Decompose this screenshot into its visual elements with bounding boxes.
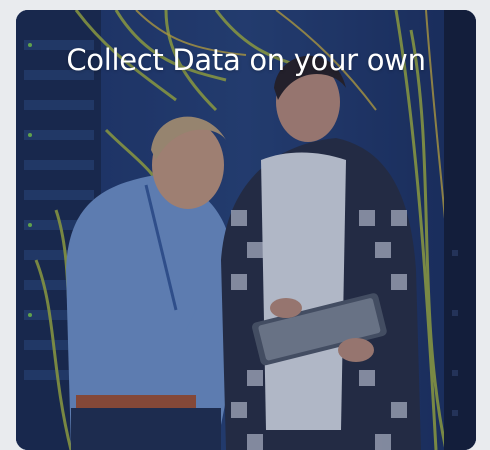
- card-title: Collect Data on your own: [66, 43, 426, 77]
- feature-card[interactable]: Collect Data on your own: [16, 10, 476, 450]
- page: Collect Data on your own: [0, 0, 490, 450]
